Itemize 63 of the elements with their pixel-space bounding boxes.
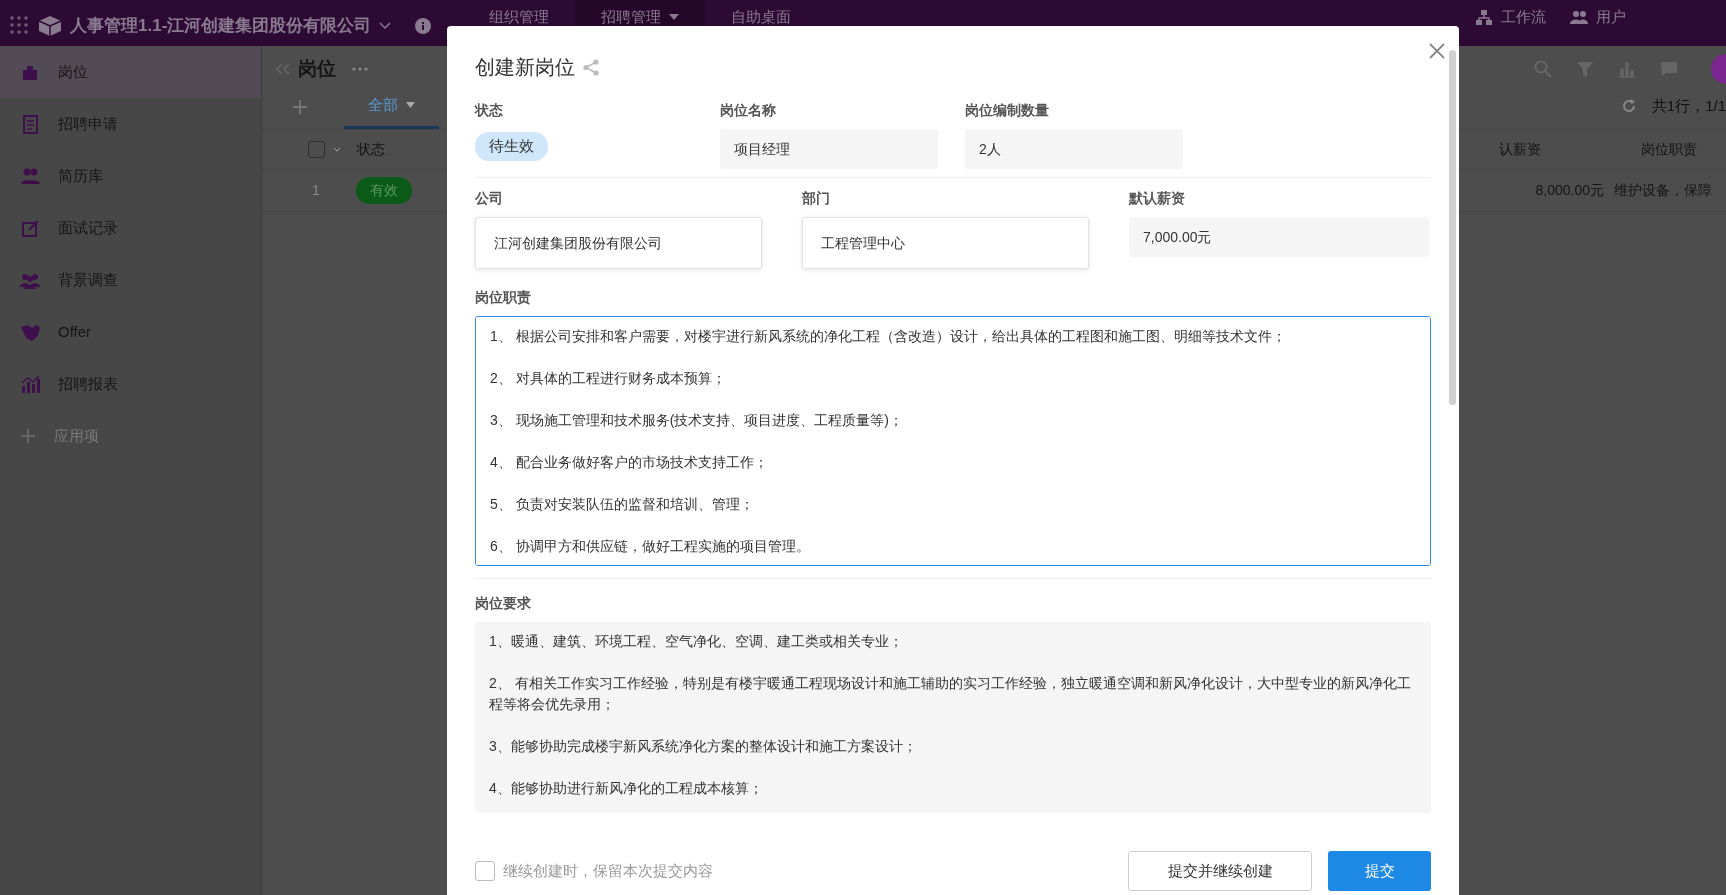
refresh-icon[interactable] bbox=[1621, 98, 1636, 113]
nav-tab[interactable]: 组织管理 bbox=[463, 0, 576, 46]
field-label: 默认薪资 bbox=[1129, 189, 1186, 208]
column-header: 认薪资 bbox=[1499, 140, 1542, 159]
readonly-field: 项目经理 bbox=[720, 129, 938, 169]
dialog-title: 创建新岗位 bbox=[475, 55, 575, 80]
requirement-item: 3、能够协助完成楼宇新风系统净化方案的整体设计和施工方案设计； bbox=[489, 737, 918, 756]
submit-button[interactable]: 提交 bbox=[1328, 851, 1431, 891]
readonly-field: 2人 bbox=[965, 129, 1183, 169]
readonly-field: 7,000.00元 bbox=[1129, 217, 1429, 257]
collapse-icon[interactable] bbox=[276, 63, 290, 75]
add-icon[interactable] bbox=[292, 99, 308, 115]
more-icon[interactable] bbox=[352, 67, 368, 71]
plus-icon bbox=[20, 428, 36, 444]
apps-icon[interactable] bbox=[10, 15, 30, 36]
filter-icon[interactable] bbox=[1576, 60, 1594, 78]
app-title: 人事管理1.1-江河创建集团股份有限公司 bbox=[70, 14, 372, 37]
share-icon[interactable] bbox=[583, 58, 599, 76]
users-icon bbox=[1570, 8, 1588, 26]
chevron-down-icon[interactable] bbox=[379, 21, 392, 30]
requirement-item: 1、暖通、建筑、环境工程、空气净化、空调、建工类或相关专业； bbox=[489, 632, 904, 651]
field-label: 岗位名称 bbox=[720, 101, 777, 120]
row-number: 1 bbox=[312, 181, 320, 200]
status-badge: 有效 bbox=[355, 177, 412, 204]
requirement-item: 4、能够协助进行新风净化的工程成本核算； bbox=[489, 779, 764, 798]
field-label: 岗位职责 bbox=[475, 288, 532, 307]
hierarchy-icon bbox=[1475, 8, 1493, 26]
sidebar-item-icon bbox=[20, 322, 40, 342]
sidebar-item-icon bbox=[20, 374, 40, 394]
sidebar-item-icon bbox=[20, 114, 40, 134]
field-label: 岗位编制数量 bbox=[965, 101, 1050, 120]
sidebar-item-icon bbox=[20, 166, 40, 186]
duties-field[interactable]: 1、 根据公司安排和客户需要，对楼宇进行新风系统的净化工程（含改造）设计，给出具体的工程图和施工图、明细等技术文件； 2、 对具体的工程进行财务成本预算； 3、 现场施工管理和技术服务(技术支持、项目进度、工程质量等)； 4、 配合业务做好客户的市场技术支持工作； 5、 负责对安装队伍的监督和培训、管理； 6、 协调甲方和供应链，做好工程实施的项目管理。 bbox=[475, 316, 1431, 566]
caret-icon bbox=[406, 101, 415, 108]
row-count: 共1行，1/1 bbox=[1651, 95, 1726, 116]
close-icon bbox=[1429, 43, 1445, 60]
status-tag: 待生效 bbox=[475, 132, 548, 161]
header-link[interactable]: 工作流 bbox=[1475, 6, 1546, 29]
scrollbar[interactable] bbox=[1449, 50, 1456, 405]
sidebar-item[interactable]: 岗位 bbox=[0, 46, 261, 98]
view-tab[interactable]: 全部 bbox=[344, 93, 439, 129]
cube-logo-icon bbox=[38, 14, 62, 37]
info-icon[interactable] bbox=[415, 17, 432, 34]
column-header: 岗位职责 bbox=[1641, 140, 1698, 159]
table-cell-text: 8,000.00元 bbox=[1535, 181, 1604, 200]
chevron-down-icon[interactable] bbox=[333, 147, 341, 152]
field-label: 岗位要求 bbox=[475, 594, 532, 613]
bar-chart-icon[interactable] bbox=[1618, 60, 1636, 78]
keep-content-checkbox[interactable]: 继续创建时，保留本次提交内容 bbox=[475, 859, 713, 883]
select-all-checkbox[interactable] bbox=[308, 141, 325, 158]
nav-tab[interactable]: 自助桌面 bbox=[705, 0, 818, 46]
field-label: 部门 bbox=[802, 189, 831, 208]
search-icon[interactable] bbox=[1534, 60, 1552, 78]
submit-and-continue-button[interactable]: 提交并继续创建 bbox=[1128, 851, 1312, 891]
input-field[interactable]: 工程管理中心 bbox=[802, 217, 1089, 269]
header-link[interactable]: 用户 bbox=[1570, 6, 1626, 29]
input-field[interactable]: 江河创建集团股份有限公司 bbox=[475, 217, 762, 269]
sidebar-item-icon bbox=[20, 218, 40, 238]
comment-icon[interactable] bbox=[1660, 61, 1678, 77]
requirement-item: 2、 有相关工作实习工作经验，特别是有楼宇暖通工程现场设计和施工辅助的实习工作经验，独立暖通空调和新风净化设计，大中型专业的新风净化工程等将会优先录用； bbox=[489, 674, 1412, 714]
field-label: 状态 bbox=[475, 101, 504, 120]
page-title: 岗位 bbox=[298, 56, 336, 81]
field-label: 公司 bbox=[475, 189, 504, 208]
